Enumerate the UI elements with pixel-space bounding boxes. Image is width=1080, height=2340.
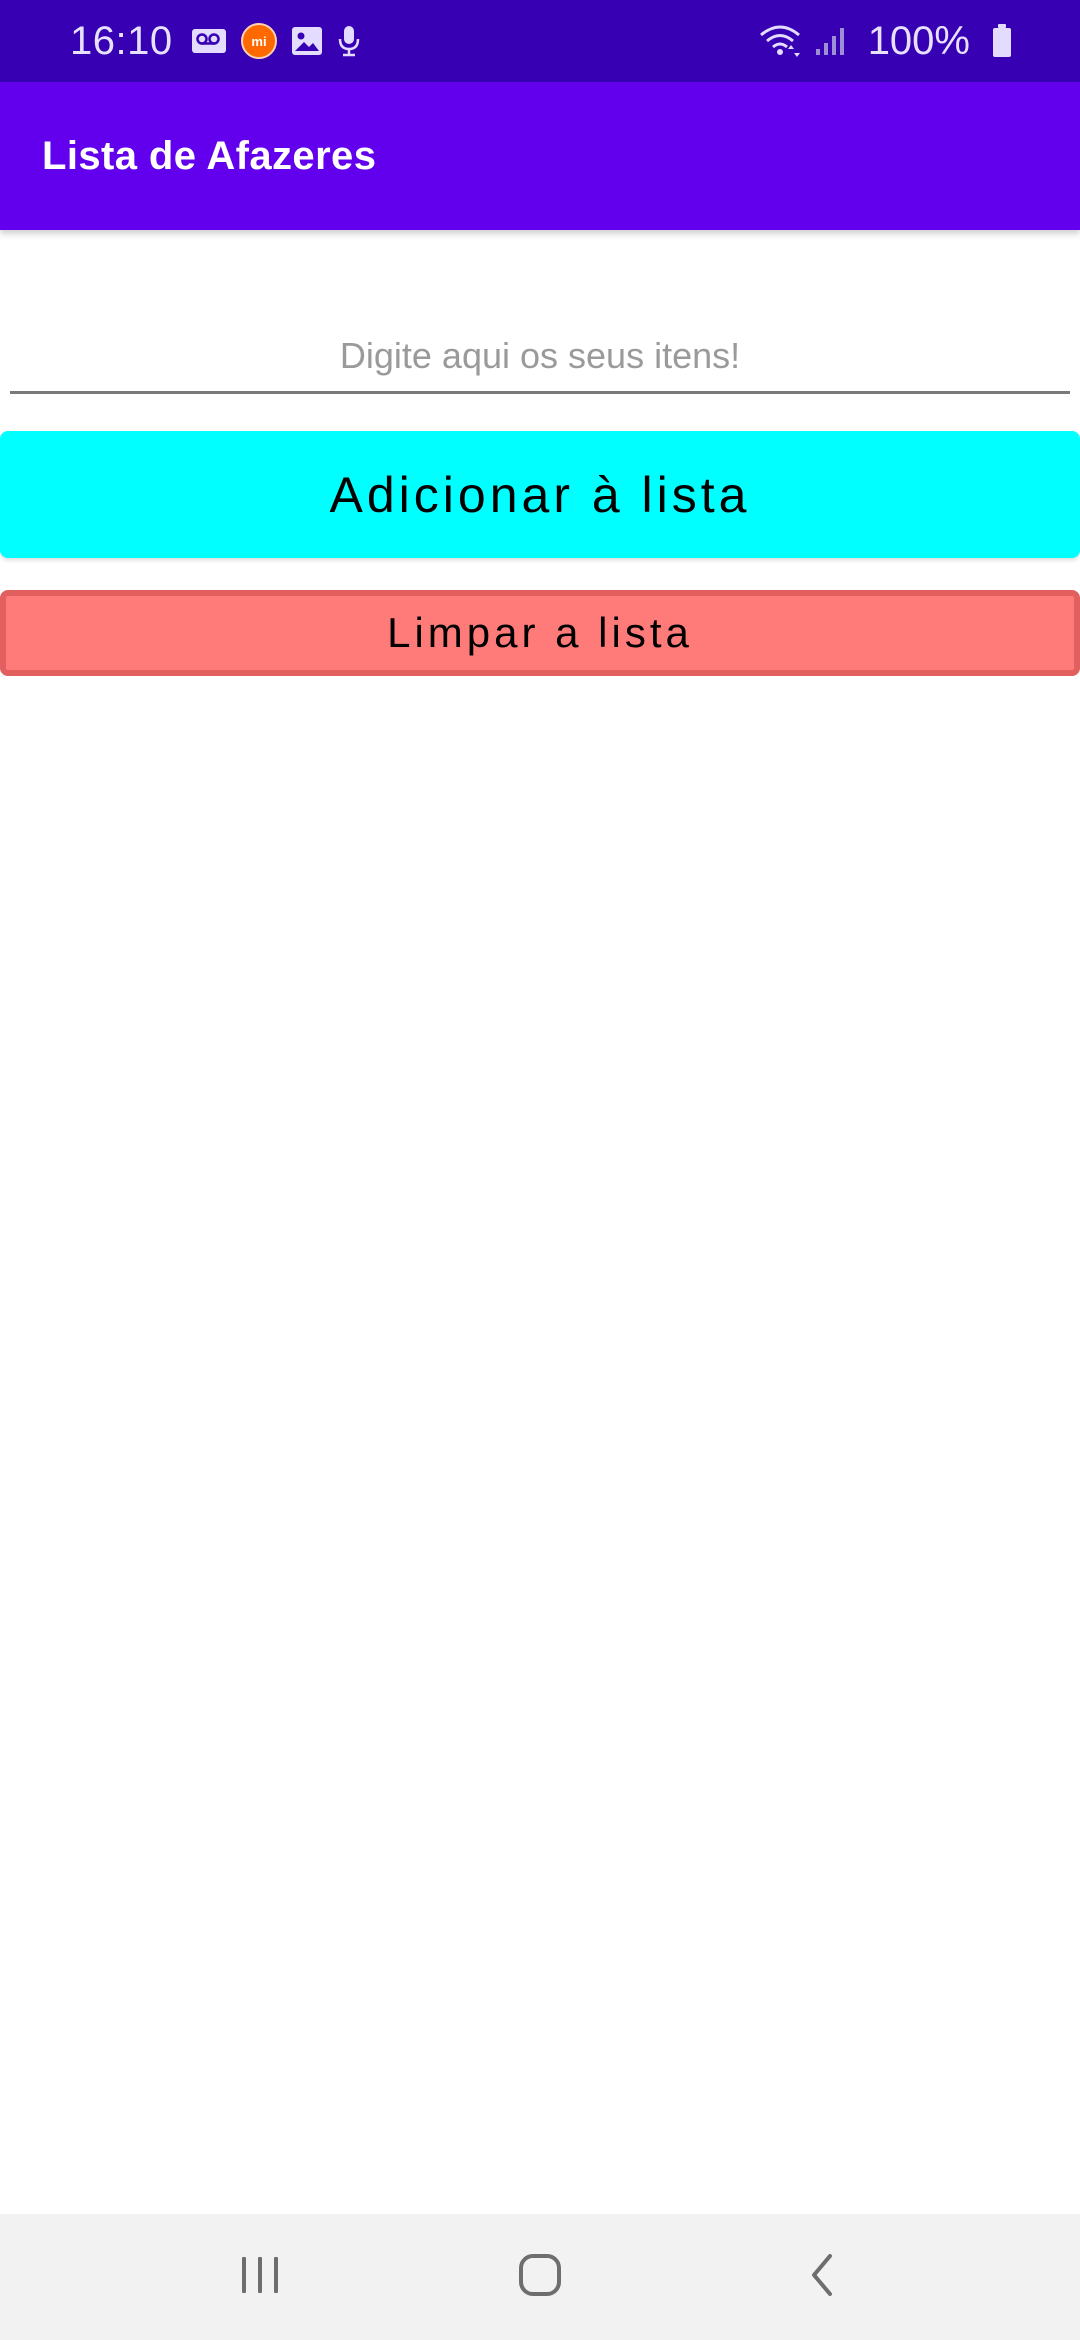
voicemail-icon	[191, 26, 227, 56]
battery-icon	[992, 24, 1012, 58]
item-input-container	[10, 320, 1070, 394]
app-bar: Lista de Afazeres	[0, 82, 1080, 230]
back-icon	[806, 2252, 838, 2303]
clear-list-button[interactable]: Limpar a lista	[0, 590, 1080, 676]
status-time: 16:10	[70, 18, 173, 63]
status-bar: 16:10 mi 100%	[0, 0, 1080, 82]
status-right: 100%	[746, 0, 1012, 82]
notification-icons: mi	[191, 23, 375, 59]
screen: 16:10 mi 100% Lista de Afazeres Digite a…	[0, 0, 1080, 2340]
signal-icon	[814, 25, 846, 57]
item-input[interactable]	[10, 320, 1070, 391]
add-to-list-button[interactable]: Adicionar à lista	[0, 431, 1080, 558]
recents-button[interactable]	[200, 2214, 320, 2340]
back-button[interactable]	[762, 2214, 882, 2340]
microphone-icon	[337, 24, 361, 58]
mi-app-icon: mi	[240, 23, 277, 59]
todo-list	[0, 690, 1080, 2190]
wifi-icon	[758, 23, 802, 59]
recents-icon	[238, 2255, 282, 2300]
svg-text:mi: mi	[251, 34, 266, 49]
status-left: 16:10 mi	[70, 0, 375, 82]
app-title: Lista de Afazeres	[42, 133, 377, 178]
navigation-bar	[0, 2214, 1080, 2340]
battery-percentage: 100%	[867, 18, 970, 63]
home-icon	[517, 2252, 563, 2303]
home-button[interactable]	[480, 2214, 600, 2340]
image-icon	[291, 26, 323, 56]
